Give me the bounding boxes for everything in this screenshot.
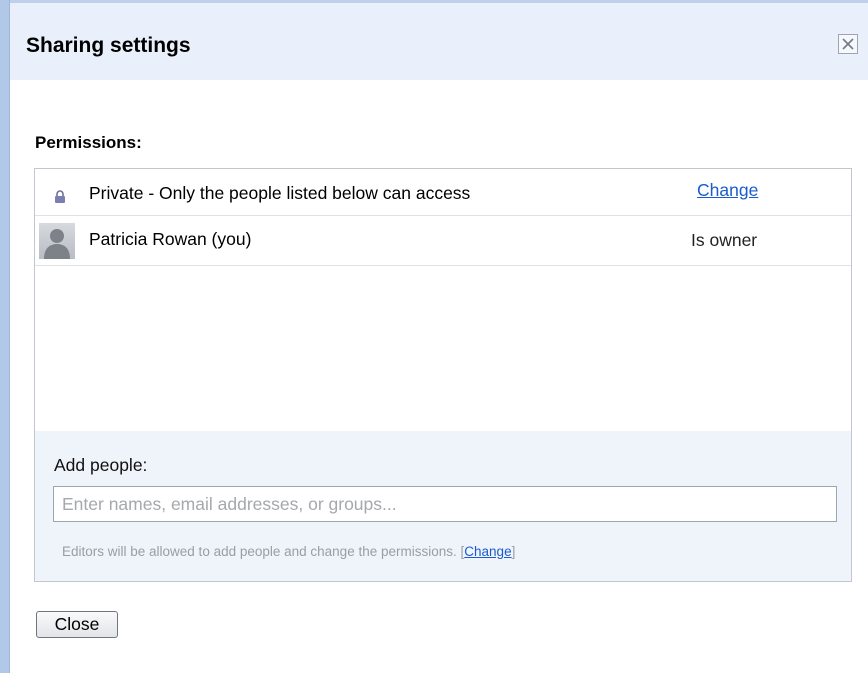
permissions-panel: Private - Only the people listed below c…	[34, 168, 852, 582]
person-role: Is owner	[691, 230, 758, 250]
editors-note: Editors will be allowed to add people an…	[62, 544, 515, 559]
close-x-icon	[842, 38, 854, 50]
visibility-row: Private - Only the people listed below c…	[35, 169, 851, 216]
permissions-label: Permissions:	[35, 133, 142, 152]
visibility-text: Private - Only the people listed below c…	[89, 183, 471, 203]
lock-icon	[55, 190, 65, 203]
editors-note-text: Editors will be allowed to add people an…	[62, 544, 457, 559]
dialog-close-button[interactable]	[838, 34, 858, 54]
person-name: Patricia Rowan (you)	[89, 229, 252, 249]
sharing-settings-dialog: Sharing settings Permissions: Private - …	[0, 0, 868, 673]
close-button[interactable]: Close	[36, 611, 118, 638]
add-people-label: Add people:	[54, 455, 148, 475]
dialog-title: Sharing settings	[26, 34, 191, 57]
avatar-icon	[39, 223, 75, 259]
add-people-input[interactable]	[53, 486, 837, 522]
change-editor-permissions-link[interactable]: Change	[464, 544, 511, 559]
change-visibility-link[interactable]: Change	[697, 180, 758, 201]
window-left-edge	[0, 0, 10, 673]
add-people-section: Add people: Editors will be allowed to a…	[35, 431, 851, 581]
note-bracket-close: ]	[511, 544, 516, 559]
person-row: Patricia Rowan (you) Is owner	[35, 216, 851, 266]
